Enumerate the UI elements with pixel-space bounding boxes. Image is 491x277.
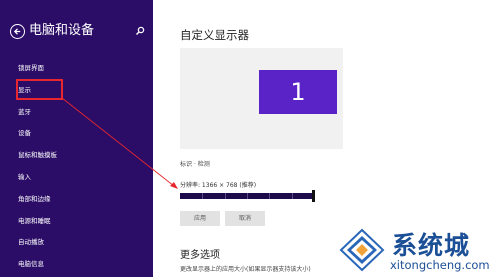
page-title: 自定义显示器	[180, 28, 249, 42]
slider-tick	[269, 193, 270, 199]
slider-tick	[247, 193, 248, 199]
sidebar-item-corners-edges[interactable]: 角部和边缘	[0, 189, 153, 211]
sidebar-item-label: 锁屏界面	[18, 64, 44, 72]
watermark: 系统城 xitongcheng.com	[334, 223, 491, 277]
sidebar-item-label: 蓝牙	[18, 107, 31, 116]
sidebar-item-label: 自动播放	[18, 238, 44, 247]
watermark-url: xitongcheng.com	[390, 258, 490, 272]
slider-tick	[202, 193, 203, 199]
cancel-button[interactable]: 取消	[225, 211, 265, 226]
monitor-number: 1	[290, 78, 306, 106]
apply-button[interactable]: 应用	[180, 211, 220, 226]
sidebar-item-pc-info[interactable]: 电脑信息	[0, 254, 153, 276]
slider-thumb[interactable]	[312, 190, 315, 202]
slider-tick	[292, 193, 293, 199]
detect-link[interactable]: 检测	[198, 161, 210, 168]
resolution-slider[interactable]	[180, 193, 314, 199]
sidebar-item-bluetooth[interactable]: 蓝牙	[0, 102, 153, 124]
display-links: 标识 · 检测	[180, 159, 210, 168]
link-separator: ·	[193, 161, 196, 168]
sidebar: 电脑和设备 锁屏界面 显示 蓝牙 设备 鼠标和触摸板 输入 角部和边缘 电源和睡…	[0, 0, 153, 277]
sidebar-item-mouse-touchpad[interactable]: 鼠标和触摸板	[0, 145, 153, 167]
search-button[interactable]	[134, 25, 146, 37]
monitor-tile[interactable]: 1	[259, 70, 337, 114]
selection-highlight-box	[16, 79, 63, 100]
sidebar-item-label: 鼠标和触摸板	[18, 151, 57, 160]
back-arrow-icon	[13, 28, 21, 35]
sidebar-item-power-sleep[interactable]: 电源和睡眠	[0, 211, 153, 233]
resolution-label: 分辨率: 1366 × 768 (推荐)	[180, 182, 257, 189]
slider-tick	[225, 193, 226, 199]
identify-link[interactable]: 标识	[180, 161, 192, 168]
search-icon	[136, 26, 145, 35]
watermark-text: 系统城	[392, 231, 471, 260]
sidebar-title: 电脑和设备	[29, 23, 95, 38]
sidebar-item-label: 电脑信息	[18, 260, 44, 269]
sidebar-item-lock-screen[interactable]: 锁屏界面	[0, 58, 153, 80]
sidebar-item-devices[interactable]: 设备	[0, 123, 153, 145]
sidebar-item-autoplay[interactable]: 自动播放	[0, 232, 153, 254]
sidebar-item-label: 设备	[18, 129, 31, 138]
more-options-title: 更多选项	[180, 250, 220, 261]
sidebar-item-label: 输入	[18, 172, 31, 181]
sidebar-item-typing[interactable]: 输入	[0, 167, 153, 189]
display-preview: 1	[180, 48, 343, 149]
back-button[interactable]	[10, 24, 25, 39]
sidebar-item-label: 电源和睡眠	[18, 216, 51, 225]
sidebar-item-label: 角部和边缘	[18, 194, 51, 203]
watermark-logo-icon	[339, 228, 385, 272]
more-options-description: 更改显示器上的应用大小(如果显示器支持该大小)	[180, 266, 311, 273]
